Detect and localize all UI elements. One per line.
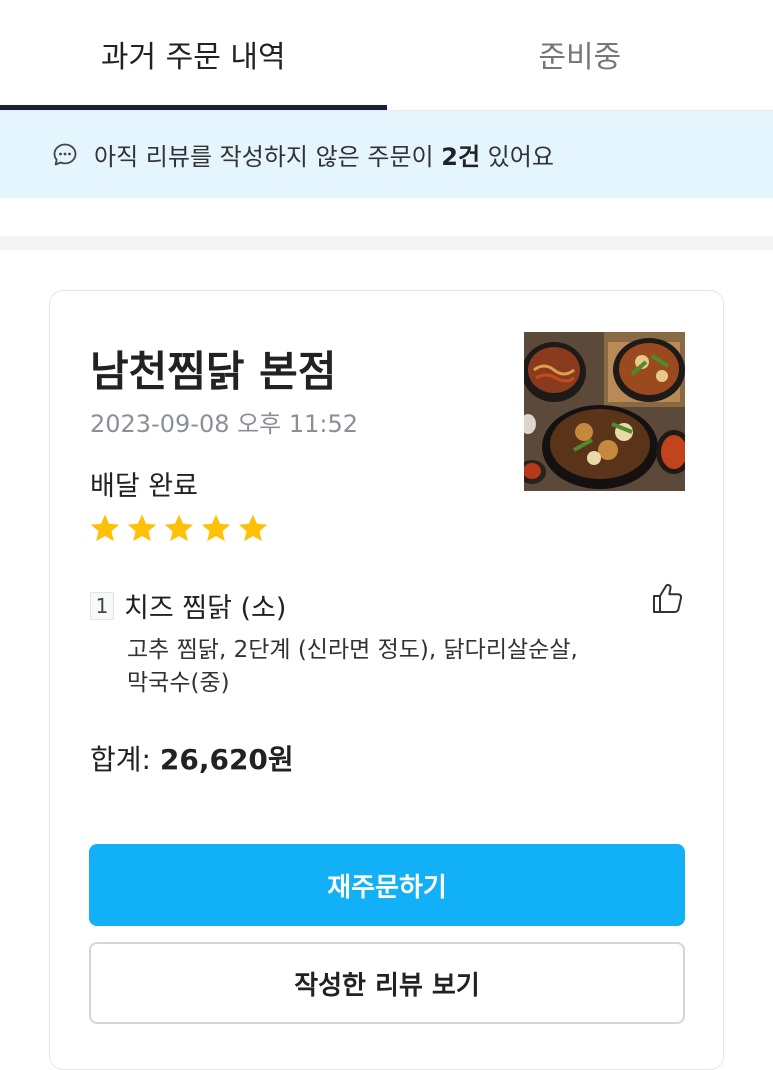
notice-count: 2건 bbox=[441, 137, 480, 172]
item-options-line: 막국수(중) bbox=[127, 667, 627, 700]
thumbs-up-icon[interactable] bbox=[650, 581, 686, 617]
active-tab-indicator bbox=[0, 105, 387, 110]
star-icon bbox=[88, 512, 122, 546]
star-icon bbox=[236, 512, 270, 546]
reorder-button[interactable]: 재주문하기 bbox=[89, 844, 685, 926]
total-amount: 26,620원 bbox=[160, 743, 294, 776]
store-name[interactable]: 남천찜닭 본점 bbox=[90, 338, 336, 399]
item-quantity: 1 bbox=[90, 592, 114, 620]
star-icon bbox=[162, 512, 196, 546]
review-notice-banner[interactable]: 아직 리뷰를 작성하지 않은 주문이 2건 있어요 bbox=[0, 111, 773, 198]
item-options-line: 고추 찜닭, 2단계 (신라면 정도), 닭다리살순살, bbox=[127, 634, 627, 667]
item-options: 고추 찜닭, 2단계 (신라면 정도), 닭다리살순살, 막국수(중) bbox=[127, 634, 627, 700]
total-label: 합계: bbox=[90, 743, 160, 776]
view-review-button[interactable]: 작성한 리뷰 보기 bbox=[89, 942, 685, 1024]
section-divider bbox=[0, 236, 773, 250]
order-total: 합계: 26,620원 bbox=[90, 738, 294, 778]
order-item: 1 치즈 찜닭 (소) bbox=[90, 586, 690, 625]
notice-text-suffix: 있어요 bbox=[480, 137, 554, 172]
rating-stars bbox=[88, 512, 270, 546]
order-card: 남천찜닭 본점 2023-09-08 오후 11:52 배달 완료 bbox=[49, 290, 724, 1070]
tab-preparing[interactable]: 준비중 bbox=[387, 0, 773, 110]
star-icon bbox=[125, 512, 159, 546]
order-date: 2023-09-08 오후 11:52 bbox=[90, 404, 358, 439]
tab-past-orders[interactable]: 과거 주문 내역 bbox=[0, 0, 387, 110]
food-thumbnail[interactable] bbox=[524, 332, 685, 491]
notice-text-prefix: 아직 리뷰를 작성하지 않은 주문이 bbox=[94, 137, 441, 172]
order-tabs: 과거 주문 내역 준비중 bbox=[0, 0, 773, 111]
order-status: 배달 완료 bbox=[90, 464, 198, 503]
star-icon bbox=[199, 512, 233, 546]
chat-bubble-icon bbox=[52, 142, 78, 168]
item-name: 치즈 찜닭 (소) bbox=[124, 586, 286, 625]
